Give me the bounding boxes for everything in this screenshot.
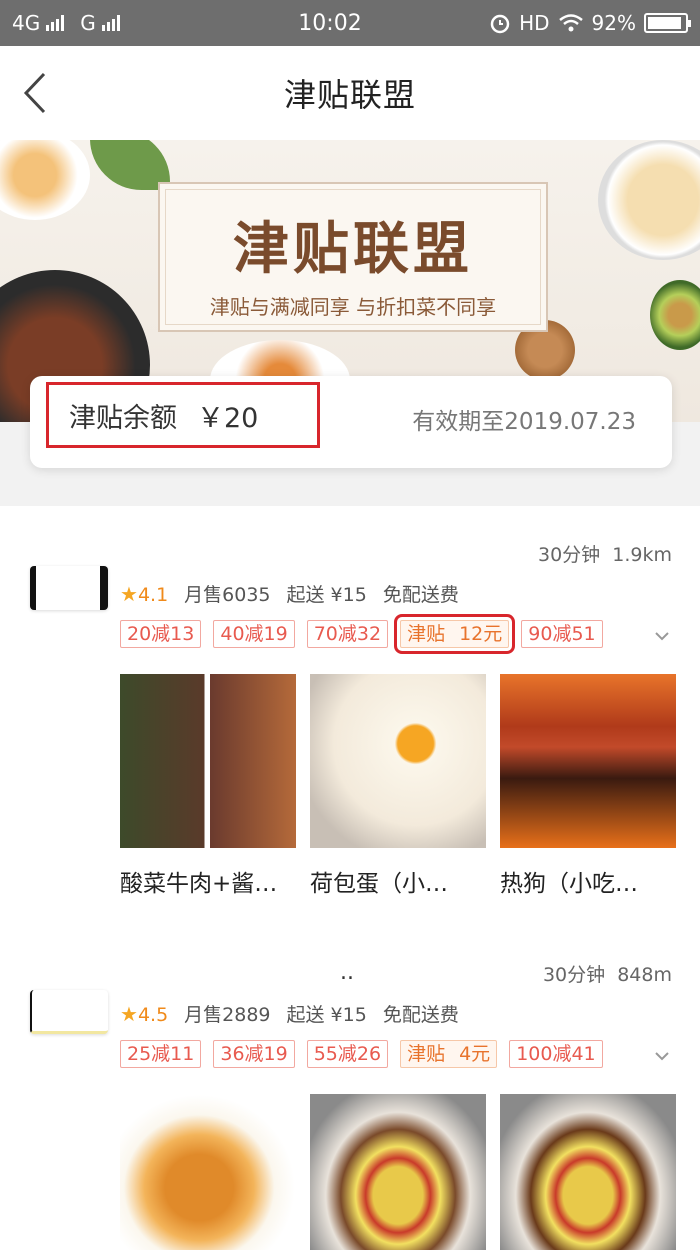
page-title: 津贴联盟 (283, 76, 416, 114)
shop-meta: ★4.1 月售6035 起送 ¥15 免配送费 (120, 580, 459, 607)
network-label-4g: 4G (12, 11, 41, 35)
shop-name: .. (340, 960, 354, 985)
discount-tag: 36减19 (213, 1040, 295, 1068)
monthly-sales: 月售2889 (184, 1004, 271, 1026)
discount-tag: 55减26 (306, 1040, 389, 1068)
food-image (120, 1094, 296, 1250)
food-item[interactable]: 酸菜牛肉+酱… (120, 674, 296, 898)
food-list: 酸菜牛肉+酱… 荷包蛋（小… 热狗（小吃… (120, 674, 676, 898)
subsidy-balance-card: 津贴余额 ￥20 有效期至2019.07.23 (30, 376, 672, 468)
balance-expiry: 有效期至2019.07.23 (412, 409, 636, 435)
delivery-time: 30分钟 (537, 544, 601, 566)
delivery-fee: 免配送费 (382, 584, 459, 606)
clock: 10:02 (298, 10, 362, 36)
food-image (310, 1094, 486, 1250)
bowl-image (598, 140, 700, 260)
star-icon: ★ (120, 1001, 138, 1026)
banner-title: 津贴联盟 (233, 216, 473, 282)
rating: 4.1 (137, 583, 169, 606)
shop-meta: ★4.5 月售2889 起送 ¥15 免配送费 (120, 1000, 459, 1027)
food-image (500, 674, 676, 848)
delivery-time: 30分钟 (542, 964, 606, 986)
status-bar: 4G G 10:02 HD 92% (0, 0, 700, 46)
shop-logo (30, 990, 108, 1034)
shop-card[interactable]: .. 30分钟 848m ★4.5 月售2889 起送 ¥15 免配送费 25减… (0, 950, 700, 1250)
back-arrow-icon[interactable] (18, 70, 58, 116)
food-item[interactable]: 荷包蛋（小… (310, 674, 486, 898)
balance-amount: ￥20 (197, 402, 259, 434)
signal-icon (46, 15, 65, 31)
food-plate-image (0, 140, 90, 220)
food-name: 酸菜牛肉+酱… (120, 871, 278, 897)
food-image (310, 674, 486, 848)
shop-logo (30, 566, 108, 610)
distance: 848m (617, 964, 672, 986)
battery-icon (644, 13, 691, 33)
food-name: 荷包蛋（小… (310, 871, 448, 897)
chevron-down-icon[interactable] (654, 628, 670, 644)
rating: 4.5 (137, 1003, 169, 1026)
balance-label: 津贴余额 (69, 402, 177, 434)
delivery-time-distance: 30分钟 1.9km (538, 540, 672, 567)
min-order: 起送 ¥15 (286, 584, 367, 606)
discount-tag: 70减32 (306, 620, 389, 648)
delivery-fee: 免配送费 (382, 1004, 459, 1026)
discount-tag: 25减11 (120, 1040, 202, 1068)
nav-bar: 津贴联盟 (0, 46, 700, 140)
signal-icon-2 (101, 15, 120, 31)
alarm-icon (490, 14, 510, 34)
delivery-time-distance: 30分钟 848m (543, 960, 672, 987)
food-list (120, 1094, 676, 1250)
subsidy-tag: 津贴 12元 (394, 614, 516, 654)
subsidy-tag: 津贴 4元 (400, 1040, 498, 1068)
banner-subtitle: 津贴与满减同享 与折扣菜不同享 (209, 295, 497, 319)
star-icon: ★ (120, 581, 138, 606)
min-order: 起送 ¥15 (286, 1004, 367, 1026)
food-item[interactable]: 热狗（小吃… (500, 674, 676, 898)
promo-tags: 25减11 36减19 55减26 津贴 4元 100减41 (120, 1040, 603, 1068)
chevron-down-icon[interactable] (654, 1048, 670, 1064)
discount-tag: 40减19 (213, 620, 295, 648)
food-item[interactable] (500, 1094, 676, 1250)
food-item[interactable] (310, 1094, 486, 1250)
discount-tag: 20减13 (120, 620, 202, 648)
shop-card[interactable]: 30分钟 1.9km ★4.1 月售6035 起送 ¥15 免配送费 20减13… (0, 506, 700, 916)
hd-label: HD (519, 11, 550, 35)
food-name: 热狗（小吃… (500, 871, 638, 897)
food-item[interactable] (120, 1094, 296, 1250)
network-label-g: G (80, 11, 96, 35)
discount-tag: 100减41 (509, 1040, 603, 1068)
food-image (500, 1094, 676, 1250)
promo-tags: 20减13 40减19 70减32 津贴 12元 90减51 (120, 614, 603, 654)
banner-card: 津贴联盟 津贴与满减同享 与折扣菜不同享 (158, 182, 548, 332)
distance: 1.9km (612, 544, 672, 566)
discount-tag: 90减51 (521, 620, 603, 648)
wifi-icon (558, 14, 583, 32)
avocado-image (650, 280, 700, 350)
food-image (120, 674, 296, 848)
balance-highlight: 津贴余额 ￥20 (46, 382, 320, 448)
battery-percent: 92% (591, 11, 636, 35)
monthly-sales: 月售6035 (184, 584, 271, 606)
